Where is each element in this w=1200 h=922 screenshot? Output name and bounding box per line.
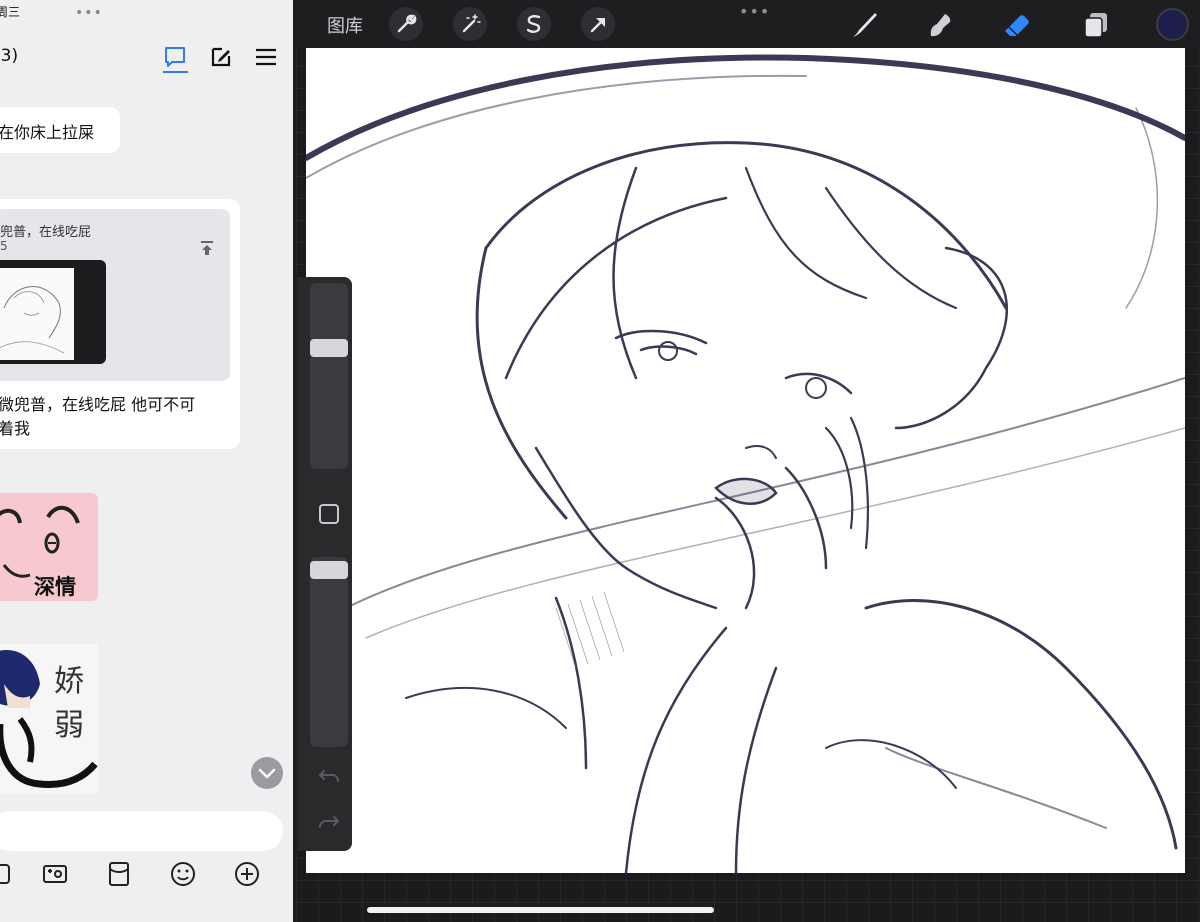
opacity-handle[interactable] <box>310 561 348 579</box>
message-bubble[interactable]: 在你床上拉屎 <box>0 107 120 153</box>
multitask-dots[interactable]: ••• <box>75 5 103 21</box>
actions-button[interactable] <box>389 7 423 41</box>
sticker-image[interactable]: 娇 弱 <box>0 644 98 794</box>
thumbnail-canvas <box>0 268 74 360</box>
sketch-artwork-icon <box>306 54 1185 873</box>
sticker-caption: 娇 <box>54 664 84 699</box>
brush-icon[interactable] <box>847 8 881 42</box>
selection-s-icon <box>526 15 541 33</box>
procreate-toolbar: 图库 ••• <box>296 0 1200 48</box>
top-multitask-dots[interactable]: ••• <box>739 2 770 21</box>
brush-sidebar <box>298 277 352 851</box>
status-time: 周三 <box>0 5 21 19</box>
quote-subtitle: 5 <box>0 239 8 253</box>
procreate-app: 图库 ••• <box>296 0 1200 922</box>
brush-size-handle[interactable] <box>310 339 348 357</box>
sketch-thumbnail-icon <box>0 286 65 354</box>
chat-pane: 周三 ••• (3) 在你床上拉屎 兜普，在线吃屁 5 <box>0 0 293 922</box>
sticker-caption: 弱 <box>54 708 84 743</box>
selection-button[interactable] <box>517 7 551 41</box>
emoji-icon[interactable] <box>169 860 197 888</box>
chevron-down-icon <box>258 768 276 779</box>
layers-icon[interactable] <box>1079 8 1113 42</box>
image-thumbnail[interactable] <box>0 260 106 364</box>
active-tab-indicator <box>163 71 188 73</box>
message-input[interactable] <box>0 811 283 851</box>
undo-icon[interactable] <box>316 763 342 789</box>
wrench-icon <box>397 14 417 33</box>
magic-wand-icon <box>462 14 481 33</box>
arrow-cursor-icon <box>590 18 605 33</box>
edit-icon[interactable] <box>208 44 234 70</box>
redo-icon[interactable] <box>316 809 342 835</box>
pin-top-icon[interactable] <box>198 239 216 257</box>
chat-header: (3) <box>0 38 293 78</box>
message-bubble[interactable]: 兜普，在线吃屁 5 微兜普，在线吃屁 他可不可 着我 <box>0 199 240 449</box>
home-indicator[interactable] <box>367 907 714 913</box>
message-line: 着我 <box>0 419 31 438</box>
chat-title: (3) <box>0 46 19 66</box>
color-picker[interactable] <box>1156 8 1189 41</box>
voice-icon[interactable] <box>0 860 14 888</box>
message-text: 在你床上拉屎 <box>0 123 95 142</box>
quote-title: 兜普，在线吃屁 <box>0 225 92 240</box>
quoted-message[interactable]: 兜普，在线吃屁 5 <box>0 209 230 381</box>
modify-button[interactable] <box>319 504 339 524</box>
chat-bubble-icon[interactable] <box>162 44 188 70</box>
sticker-caption: 深情 <box>34 575 76 599</box>
opacity-slider[interactable] <box>310 557 348 747</box>
drawing-canvas[interactable] <box>306 48 1185 873</box>
eraser-icon[interactable] <box>1000 8 1034 42</box>
plus-icon[interactable] <box>233 860 261 888</box>
brush-size-slider[interactable] <box>310 283 348 469</box>
scroll-to-bottom-button[interactable] <box>251 757 283 789</box>
sticker-image[interactable]: 深情 <box>0 493 98 601</box>
menu-icon[interactable] <box>253 44 279 70</box>
message-line: 微兜普，在线吃屁 他可不可 <box>0 395 196 414</box>
adjustments-button[interactable] <box>453 7 487 41</box>
video-icon[interactable] <box>41 860 69 888</box>
gallery-button[interactable]: 图库 <box>327 12 363 38</box>
transform-button[interactable] <box>581 7 615 41</box>
smudge-icon[interactable] <box>923 8 957 42</box>
status-bar: 周三 ••• <box>0 0 293 24</box>
message-text: 微兜普，在线吃屁 他可不可 着我 <box>0 393 234 441</box>
red-packet-icon[interactable] <box>105 860 133 888</box>
